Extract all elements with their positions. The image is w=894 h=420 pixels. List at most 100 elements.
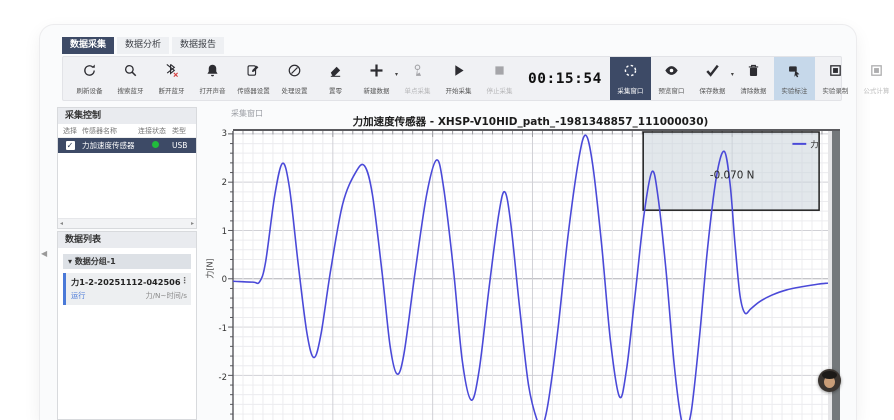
formula-icon	[869, 63, 884, 82]
scroll-left-icon[interactable]: ◂	[60, 220, 63, 227]
tool-label: 传感器设置	[237, 85, 270, 95]
tool-label: 采集窗口	[617, 85, 643, 95]
zero-set-button[interactable]: 置零	[315, 57, 356, 100]
sensor-row[interactable]: ✓ 力加速度传感器 USB	[58, 138, 196, 153]
main-toolbar: 刷新设备 搜索蓝牙 断开蓝牙 打开声音 传感器设置 处理设置 置零 新建数据▾ 单点采集 开始采集…	[62, 56, 842, 101]
stop-capture-button[interactable]: 停止采集	[479, 57, 520, 100]
tab-data-analysis[interactable]: 数据分析	[117, 37, 169, 54]
start-capture-button[interactable]: 开始采集	[438, 57, 479, 100]
tool-label: 停止采集	[487, 85, 513, 95]
experiment-annotate-button[interactable]: 实验标注	[774, 57, 815, 100]
trash-icon	[746, 63, 761, 82]
data-group-label: 数据分组-1	[75, 257, 116, 266]
item-menu-icon[interactable]: ⋮	[181, 276, 189, 288]
data-item-axes: 力/N~时间/s	[145, 291, 187, 301]
tab-data-report[interactable]: 数据报告	[172, 37, 224, 54]
panel-collapse-icon[interactable]: ◀	[41, 249, 47, 258]
avatar-hair-icon	[822, 371, 837, 379]
sensor-icon	[246, 63, 261, 82]
tool-label: 公式计算	[863, 85, 889, 95]
scroll-right-icon[interactable]: ▸	[191, 220, 194, 227]
column-header: 连接状态	[138, 126, 172, 136]
data-list-panel: 数据列表 ▾ 数据分组-1 力1-2-20251112-042506 ⋮ 运行 …	[57, 231, 197, 420]
save-data-button[interactable]: 保存数据▾	[692, 57, 733, 100]
app-window: 数据采集 数据分析 数据报告 刷新设备 搜索蓝牙 断开蓝牙 打开声音 传感器设置 处理设置…	[40, 25, 856, 420]
column-header: 选择	[58, 126, 82, 136]
eraser-icon	[328, 63, 343, 82]
column-header: 类型	[172, 126, 194, 136]
capture-control-panel: 采集控制 选择传感器名称连接状态类型 ✓ 力加速度传感器 USB ◂ ▸	[57, 107, 197, 229]
tool-label: 新建数据	[364, 85, 390, 95]
sensor-name: 力加速度传感器	[82, 140, 138, 151]
eye-icon	[664, 63, 679, 82]
column-header: 传感器名称	[82, 126, 138, 136]
y-axis-label: 力[N]	[205, 249, 216, 289]
sensor-table-hscrollbar[interactable]: ◂ ▸	[58, 218, 196, 228]
hand-icon	[410, 63, 425, 82]
stop-icon	[492, 63, 507, 82]
tool-label: 刷新设备	[77, 85, 103, 95]
data-group-row[interactable]: ▾ 数据分组-1	[63, 254, 191, 269]
single-point-capture-button[interactable]: 单点采集	[397, 57, 438, 100]
capture-timer: 00:15:54	[520, 57, 610, 100]
tool-label: 预览窗口	[658, 85, 684, 95]
preview-window-button[interactable]: 预览窗口	[651, 57, 692, 100]
tag-icon	[787, 63, 802, 82]
tool-label: 断开蓝牙	[159, 85, 185, 95]
svg-text:力: 力	[810, 139, 818, 149]
y-tick-label: -1	[199, 324, 227, 334]
refresh-icon	[82, 63, 97, 82]
dial-icon	[287, 63, 302, 82]
data-list-title: 数据列表	[58, 232, 196, 248]
y-tick-label: 2	[199, 178, 227, 188]
tool-label: 处理设置	[282, 85, 308, 95]
main-tabbar: 数据采集 数据分析 数据报告	[62, 37, 224, 54]
experiment-record-button[interactable]: 实验录制	[815, 57, 856, 100]
user-avatar[interactable]	[818, 369, 841, 392]
clear-data-button[interactable]: 清除数据	[733, 57, 774, 100]
data-item-status: 运行	[71, 291, 85, 301]
chart-title: 力加速度传感器 - XHSP-V10HID_path_-1981348857_1…	[233, 114, 828, 129]
bluetooth-off-icon	[164, 63, 179, 82]
sensor-table-header: 选择传感器名称连接状态类型	[58, 124, 196, 138]
disconnect-bluetooth-button[interactable]: 断开蓝牙	[151, 57, 192, 100]
capture-window-button[interactable]: 采集窗口	[610, 57, 651, 100]
formula-calc-button[interactable]: 公式计算	[856, 57, 894, 100]
tool-label: 置零	[329, 85, 342, 95]
capture-control-title: 采集控制	[58, 108, 196, 124]
bell-icon	[205, 63, 220, 82]
sound-toggle-button[interactable]: 打开声音	[192, 57, 233, 100]
process-settings-button[interactable]: 处理设置	[274, 57, 315, 100]
tool-label: 实验标注	[781, 85, 807, 95]
y-tick-label: -2	[199, 373, 227, 383]
search-icon	[123, 63, 138, 82]
waveform-chart[interactable]: -0.070 N 力	[233, 131, 828, 420]
annotation-value: -0.070 N	[710, 170, 754, 182]
plus-icon	[369, 63, 384, 82]
sensor-settings-button[interactable]: 传感器设置	[233, 57, 274, 100]
tool-label: 打开声音	[200, 85, 226, 95]
data-item-title: 力1-2-20251112-042506	[71, 276, 181, 288]
tool-label: 开始采集	[446, 85, 472, 95]
tool-label: 保存数据	[699, 85, 725, 95]
tool-label: 实验录制	[822, 85, 848, 95]
play-icon	[451, 63, 466, 82]
dashed-circle-icon	[623, 63, 638, 82]
tool-label: 单点采集	[405, 85, 431, 95]
data-list-item[interactable]: 力1-2-20251112-042506 ⋮ 运行 力/N~时间/s	[63, 273, 191, 305]
record-icon	[828, 63, 843, 82]
tool-label: 清除数据	[740, 85, 766, 95]
new-data-button[interactable]: 新建数据▾	[356, 57, 397, 100]
sensor-type: USB	[172, 141, 194, 150]
search-bluetooth-button[interactable]: 搜索蓝牙	[110, 57, 151, 100]
tab-data-capture[interactable]: 数据采集	[62, 37, 114, 54]
refresh-device-button[interactable]: 刷新设备	[69, 57, 110, 100]
screenshot-root: { "window": { "tabs": [ {"label": "数据采集"…	[0, 0, 894, 420]
chevron-down-icon: ▾	[68, 257, 75, 266]
status-dot-icon	[152, 141, 159, 148]
check-icon	[705, 63, 720, 82]
tool-label: 搜索蓝牙	[118, 85, 144, 95]
y-tick-label: 3	[199, 129, 227, 139]
y-tick-label: 1	[199, 227, 227, 237]
sensor-checkbox[interactable]: ✓	[66, 141, 75, 150]
